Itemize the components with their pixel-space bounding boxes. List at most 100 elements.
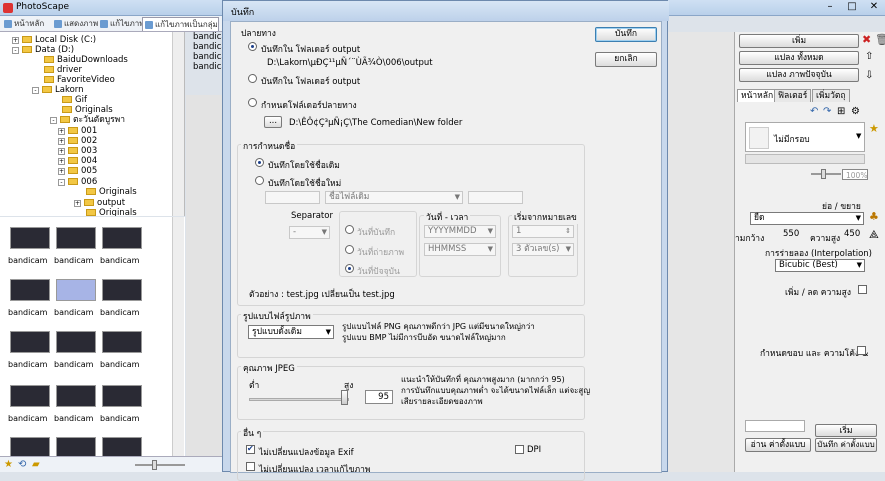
down-arrow-icon[interactable]: ⇩ [865, 70, 873, 81]
tree-item[interactable]: FavoriteVideo [44, 75, 115, 85]
list-item[interactable]: bandicam [193, 62, 235, 72]
expand-icon[interactable]: + [58, 168, 65, 175]
tree-scrollbar[interactable] [172, 32, 184, 216]
digits-select[interactable]: 3 ตัวเลข(s) ▼ [512, 243, 574, 256]
tree-item[interactable]: BaiduDownloads [44, 55, 128, 65]
keep-time-checkbox[interactable] [246, 462, 255, 471]
tree-item[interactable]: +002 [58, 136, 97, 146]
date-format-select[interactable]: YYYYMMDD ▼ [424, 225, 496, 238]
tree-item[interactable]: +003 [58, 146, 97, 156]
maximize-icon[interactable]: □ [842, 0, 862, 14]
dpi-checkbox[interactable] [515, 445, 524, 454]
thumbnail-scrollbar[interactable] [172, 217, 184, 457]
star-icon[interactable]: ★ [4, 459, 13, 470]
name-new-radio[interactable] [255, 176, 264, 185]
border-checkbox[interactable] [857, 346, 866, 355]
dest-output-radio[interactable] [248, 42, 257, 51]
collapse-icon[interactable]: - [50, 117, 57, 124]
frame-scroll[interactable] [745, 154, 865, 164]
format-select[interactable]: รูปแบบดั้งเดิม ▼ [248, 325, 334, 339]
frame-size-slider[interactable] [811, 173, 841, 175]
thumbnail-image[interactable] [10, 385, 50, 407]
tree-item[interactable]: Originals [86, 208, 137, 216]
rotate-icon[interactable]: ⟲ [18, 459, 26, 470]
date-saved-radio[interactable] [345, 225, 354, 234]
filename-select[interactable]: ชื่อไฟล์เดิม ▼ [325, 191, 463, 204]
list-item[interactable]: bandicam [193, 42, 235, 52]
tree-item[interactable]: Gif [62, 95, 87, 105]
frame-size-input[interactable]: 100% [842, 169, 868, 180]
tree-item[interactable]: +001 [58, 126, 97, 136]
suffix-input[interactable] [468, 191, 523, 204]
tree-item[interactable]: + output [74, 198, 125, 208]
tree-item[interactable]: - Data (D:) [12, 45, 74, 55]
undo-icon[interactable]: ↶ [810, 106, 818, 117]
tree-item[interactable]: - Lakorn [32, 85, 84, 95]
tab-filter[interactable]: ฟิลเตอร์ [774, 89, 812, 102]
dest-output2-radio[interactable] [248, 74, 257, 83]
trash-icon[interactable]: 🗑 [875, 33, 885, 46]
convert-current-button[interactable]: แปลง ภาพปัจจุบัน [739, 68, 859, 82]
tree-item[interactable]: - 006 [58, 177, 97, 187]
tree-item[interactable]: Originals [62, 105, 113, 115]
thumbnail-image[interactable] [56, 331, 96, 353]
keep-exif-checkbox[interactable]: ✔ [246, 444, 255, 454]
thumbnail-image[interactable] [102, 331, 142, 353]
star-icon[interactable]: ★ [869, 122, 879, 135]
start-button[interactable]: เริ่ม [815, 424, 877, 437]
thumbnail-image[interactable] [102, 227, 142, 249]
frame-size-slider-thumb[interactable] [821, 169, 826, 179]
height-input[interactable]: 450 [841, 229, 867, 242]
date-current-radio[interactable] [345, 264, 354, 273]
zoom-slider-thumb[interactable] [152, 460, 157, 470]
tab-home[interactable]: หน้าหลัก [2, 17, 44, 31]
minimize-icon[interactable]: – [820, 0, 840, 14]
load-preset-button[interactable]: อ่าน ค่าตั้งแบบ [745, 438, 811, 452]
separator-select[interactable]: - ▼ [289, 226, 330, 239]
ratio-icon[interactable]: ⟁ [869, 228, 879, 242]
up-arrow-icon[interactable]: ⇧ [865, 51, 873, 62]
grid-icon[interactable]: ⊞ [837, 106, 845, 117]
expand-icon[interactable]: + [12, 37, 19, 44]
thumbnail-image[interactable] [56, 227, 96, 249]
start-number-stepper[interactable]: 1 ⇕ [512, 225, 574, 238]
thumbnail-image[interactable] [10, 331, 50, 353]
tab-home[interactable]: หน้าหลัก [737, 89, 778, 102]
thumbnail-image[interactable] [10, 279, 50, 301]
tab-editor[interactable]: แก้ไขภาพ [98, 17, 145, 31]
interpolation-select[interactable]: Bicubic (Best) ▼ [775, 259, 865, 272]
resize-icon[interactable]: ♣ [869, 210, 879, 223]
redo-icon[interactable]: ↷ [823, 106, 831, 117]
expand-icon[interactable]: + [58, 158, 65, 165]
date-taken-radio[interactable] [345, 245, 354, 254]
folder-icon[interactable]: ▰ [32, 459, 40, 470]
tab-object[interactable]: เพิ่มวัตถุ [812, 89, 850, 102]
tree-item[interactable]: driver [44, 65, 82, 75]
remove-icon[interactable]: ✖ [862, 33, 871, 46]
thumbnail-image[interactable] [10, 227, 50, 249]
thumbnail-image[interactable] [56, 437, 96, 457]
name-original-radio[interactable] [255, 158, 264, 167]
browse-button[interactable]: ... [264, 116, 282, 128]
quality-input[interactable]: 95 [365, 390, 393, 404]
thumbnail-image[interactable] [56, 385, 96, 407]
thumbnail-image[interactable] [56, 279, 96, 301]
tree-item[interactable]: +004 [58, 156, 97, 166]
thumbnail-image[interactable] [102, 385, 142, 407]
resize-select[interactable]: ยืด ▼ [750, 212, 864, 225]
list-item[interactable]: bandicam [193, 52, 235, 62]
thumbnail-image[interactable] [10, 437, 50, 457]
collapse-icon[interactable]: - [32, 87, 39, 94]
frame-select[interactable]: ไม่มีกรอบ [774, 132, 810, 146]
thumbnail-image[interactable] [102, 437, 142, 457]
close-icon[interactable]: ✕ [864, 0, 884, 14]
chevron-down-icon[interactable]: ▼ [856, 132, 861, 140]
expand-icon[interactable]: + [58, 138, 65, 145]
width-input[interactable]: 550 [780, 229, 806, 242]
convert-all-button[interactable]: แปลง ทั้งหมด [739, 51, 859, 65]
list-item[interactable]: bandicam [193, 32, 235, 42]
zoom-slider[interactable] [135, 464, 185, 466]
expand-icon[interactable]: + [58, 148, 65, 155]
collapse-icon[interactable]: - [12, 47, 19, 54]
add-button[interactable]: เพิ่ม [739, 34, 859, 48]
